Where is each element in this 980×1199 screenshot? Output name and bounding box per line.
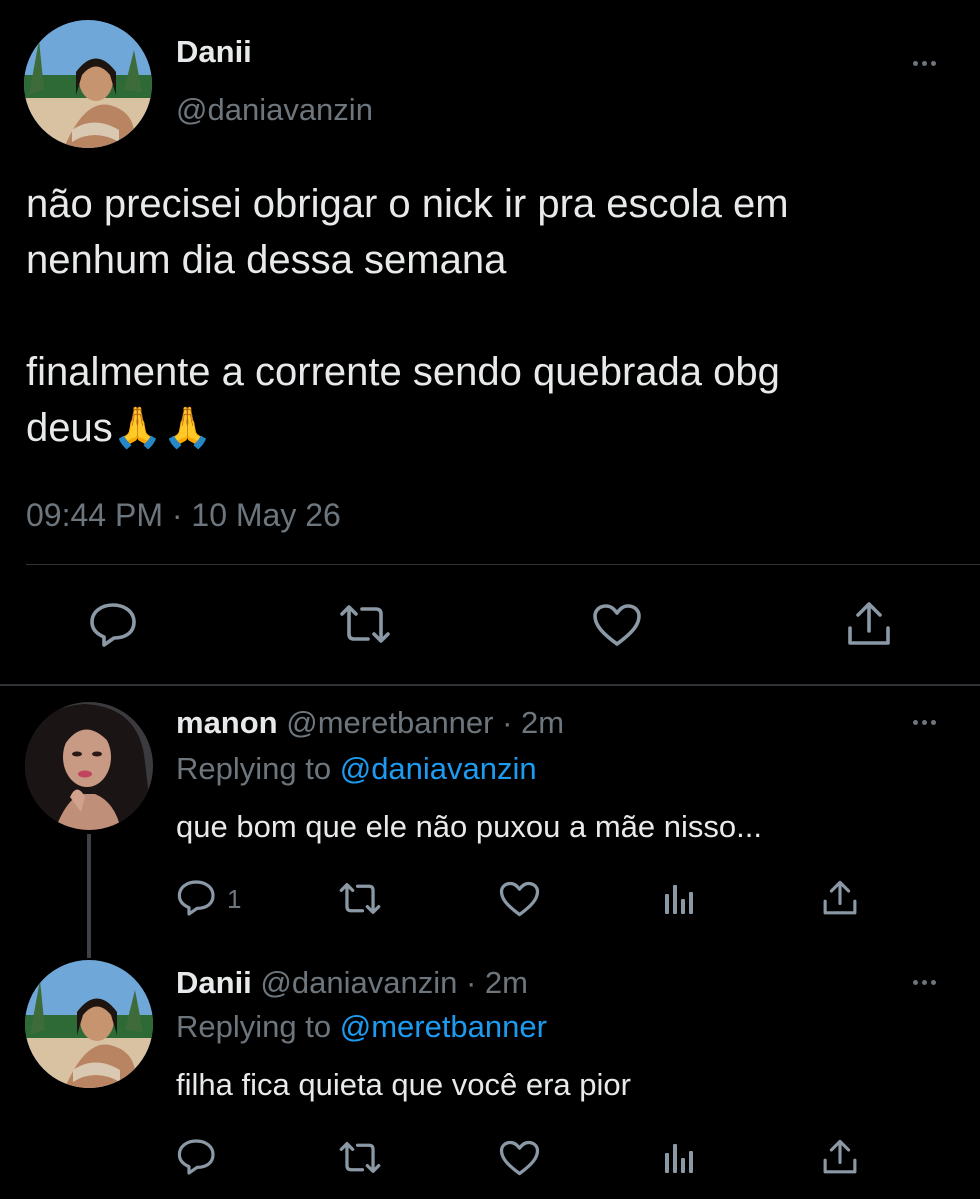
replying-to-label: Replying to xyxy=(176,1009,340,1044)
tweet-text-line: finalmente a corrente sendo quebrada obg xyxy=(26,350,780,394)
thread-line xyxy=(87,834,91,958)
tweet-text-line: não precisei obrigar o nick ir pra escol… xyxy=(26,182,789,226)
share-icon[interactable] xyxy=(846,601,892,647)
more-options-icon[interactable] xyxy=(913,720,936,725)
divider xyxy=(0,684,980,686)
display-name[interactable]: manon xyxy=(176,705,278,740)
replying-to: Replying to @daniavanzin xyxy=(176,751,537,787)
handle[interactable]: @daniavanzin xyxy=(176,92,373,128)
more-options-icon[interactable] xyxy=(913,61,936,66)
reply-icon[interactable] xyxy=(177,879,217,917)
retweet-icon[interactable] xyxy=(338,882,382,915)
divider xyxy=(26,564,980,565)
replying-to-label: Replying to xyxy=(176,751,340,786)
avatar[interactable] xyxy=(24,20,152,148)
analytics-icon[interactable] xyxy=(664,1141,696,1173)
reply-icon[interactable] xyxy=(89,602,139,648)
avatar[interactable] xyxy=(25,960,153,1088)
like-icon[interactable] xyxy=(499,881,540,917)
share-icon[interactable] xyxy=(822,880,858,916)
tweet-text: que bom que ele não puxou a mãe nisso... xyxy=(176,809,762,844)
tweet-text-line: nenhum dia dessa semana xyxy=(26,238,507,282)
like-icon[interactable] xyxy=(592,603,642,647)
retweet-icon[interactable] xyxy=(338,1141,382,1174)
tweet-header: Danii @daniavanzin · 2m xyxy=(176,965,528,1001)
like-icon[interactable] xyxy=(499,1140,540,1176)
reply-icon[interactable] xyxy=(177,1138,217,1176)
replying-to: Replying to @meretbanner xyxy=(176,1009,547,1045)
analytics-icon[interactable] xyxy=(664,882,696,914)
more-options-icon[interactable] xyxy=(913,980,936,985)
timestamp[interactable]: 09:44 PM · 10 May 26 xyxy=(26,497,341,534)
display-name[interactable]: Danii xyxy=(176,34,252,70)
tweet-text: filha fica quieta que você era pior xyxy=(176,1067,631,1102)
reply-count: 1 xyxy=(227,884,242,914)
handle-time[interactable]: @meretbanner · 2m xyxy=(286,705,564,740)
mention-link[interactable]: @daniavanzin xyxy=(340,751,537,786)
tweet-text: não precisei obrigar o nick ir pra escol… xyxy=(26,176,976,456)
handle-time[interactable]: @daniavanzin · 2m xyxy=(260,965,528,1000)
share-icon[interactable] xyxy=(822,1139,858,1175)
mention-link[interactable]: @meretbanner xyxy=(340,1009,547,1044)
avatar[interactable] xyxy=(25,702,153,830)
display-name[interactable]: Danii xyxy=(176,965,252,1000)
tweet-header: manon @meretbanner · 2m xyxy=(176,705,564,741)
retweet-icon[interactable] xyxy=(338,604,392,644)
tweet-text-line: deus🙏🙏 xyxy=(26,406,213,450)
